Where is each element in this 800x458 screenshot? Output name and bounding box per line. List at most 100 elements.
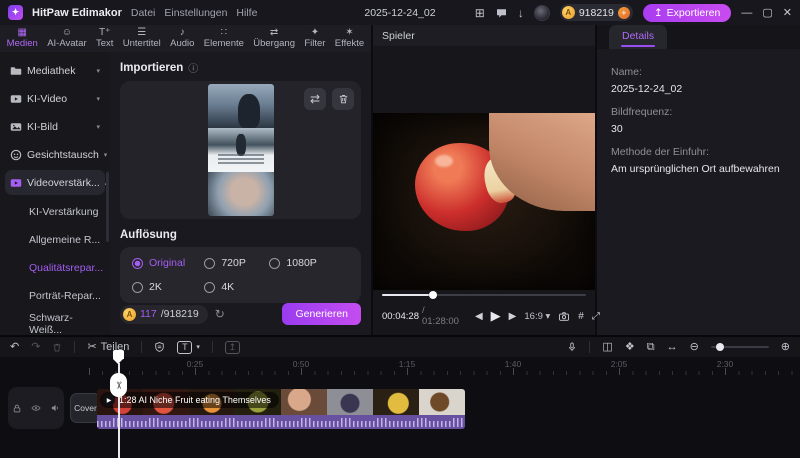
clip-frame (419, 389, 465, 415)
add-credits-icon[interactable]: + (617, 6, 630, 19)
sidebar-subitem-portraet-repar[interactable]: Porträt-Repar... (5, 282, 105, 310)
sidebar-subitem-qualitaetsrepar[interactable]: Qualitätsrepar... (5, 254, 105, 282)
tab-text[interactable]: T⁺ Text (96, 27, 113, 49)
user-avatar[interactable] (533, 4, 550, 21)
feedback-bubble-icon[interactable] (495, 7, 508, 19)
upload-to-track-button[interactable]: ↥ (224, 340, 240, 354)
aspect-ratio-dropdown[interactable]: 16:9 ▾ (524, 311, 550, 322)
close-button[interactable]: ✕ (783, 6, 792, 19)
credits-badge[interactable]: A 918219 + (559, 4, 633, 21)
fit-timeline-button[interactable]: ↔ (667, 341, 678, 353)
hide-track-icon[interactable] (30, 403, 42, 413)
sidebar-subitem-allgemeine-r[interactable]: Allgemeine R... (5, 226, 105, 254)
playback-progress-bar[interactable] (382, 291, 586, 299)
clip-frame (373, 389, 419, 415)
progress-knob[interactable] (428, 291, 437, 299)
snapshot-camera-icon[interactable] (558, 311, 570, 322)
zoom-slider-knob[interactable] (715, 343, 724, 351)
radio-720p[interactable]: 720P (204, 257, 269, 269)
playhead-split-handle[interactable]: ✂ (110, 373, 127, 397)
record-voiceover-button[interactable] (567, 341, 577, 353)
maximize-button[interactable]: ▢ (762, 6, 772, 19)
radio-original[interactable]: Original (132, 257, 204, 269)
tab-audio[interactable]: ♪ Audio (170, 27, 194, 49)
delete-media-button[interactable] (332, 88, 354, 110)
tab-effekte[interactable]: ✶ Effekte (335, 27, 364, 49)
menu-hilfe[interactable]: Hilfe (236, 7, 257, 19)
radio-1080p[interactable]: 1080P (269, 257, 349, 269)
previous-frame-button[interactable]: ◀ (475, 311, 483, 322)
sidebar-subitem-schwarz-weiss[interactable]: Schwarz-Weiß... (5, 310, 105, 335)
grid-overlay-icon[interactable]: # (578, 311, 584, 322)
play-button[interactable]: ▶ (491, 308, 501, 324)
sidebar: Mediathek ▾ KI-Video ▾ KI-Bild ▾ Gesichtsta… (0, 52, 110, 335)
download-icon[interactable]: ↓ (518, 7, 524, 19)
text-tool-button[interactable]: T ▾ (177, 340, 200, 354)
layout-icon[interactable]: ⊞ (475, 7, 485, 19)
radio-icon (204, 281, 216, 293)
import-dropzone[interactable]: ⇄ (120, 81, 361, 219)
sidebar-scrollbar[interactable] (106, 172, 109, 242)
coin-icon: A (123, 307, 136, 321)
badge-icon (155, 342, 165, 352)
fullscreen-icon[interactable]: ⤢ (592, 311, 600, 322)
player-panel: Spieler 00:04:28 / 01:28:00 ◀ ▶ ▶ 16:9 ▾ (373, 25, 600, 335)
subtitle-style-button[interactable] (154, 341, 165, 353)
undo-button[interactable]: ↶ (10, 341, 19, 353)
zoom-in-button[interactable]: ⊕ (781, 341, 790, 353)
info-icon[interactable]: ⓘ (188, 60, 198, 75)
next-frame-button[interactable]: ▶ (509, 311, 517, 322)
trash-icon (339, 95, 347, 104)
mute-track-icon[interactable] (50, 403, 60, 413)
microphone-icon (569, 342, 576, 352)
sidebar-item-mediathek[interactable]: Mediathek ▾ (5, 58, 105, 83)
sidebar-item-ki-bild[interactable]: KI-Bild ▾ (5, 114, 105, 139)
radio-4k[interactable]: 4K (204, 281, 269, 293)
timeline-zoom-slider[interactable] (710, 343, 769, 351)
playhead-marker[interactable] (113, 350, 124, 364)
imported-video-thumbnail[interactable] (207, 84, 274, 216)
resolution-options: Original 720P 1080P 2K 4K (120, 247, 361, 303)
delete-button[interactable] (52, 342, 62, 353)
sidebar-subitem-ki-verstaerkung[interactable]: KI-Verstärkung (5, 198, 105, 226)
video-preview[interactable] (373, 113, 595, 290)
video-enhance-icon (10, 177, 22, 189)
menu-einstellungen[interactable]: Einstellungen (164, 7, 227, 19)
radio-2k[interactable]: 2K (132, 281, 204, 293)
credits-total: /918219 (160, 308, 199, 320)
field-import-method-value: Am ursprünglichen Ort aufbewahren (611, 163, 780, 175)
radio-icon (204, 257, 216, 269)
magnet-snap-button[interactable]: ❖ (625, 341, 635, 353)
clip-title-badge: ▶ 1:28 AI Niche Fruit eating Themselves (100, 392, 279, 408)
tab-details[interactable]: Details (609, 25, 668, 49)
minimize-button[interactable]: — (741, 7, 752, 19)
lock-track-icon[interactable] (12, 403, 22, 414)
sidebar-item-ki-video[interactable]: KI-Video ▾ (5, 86, 105, 111)
timeline: ↶ ↷ ✂ Teilen T ▾ ↥ ◫ ❖ ⧉ ↔ ⊖ ⊕ 0:25 0:50… (0, 335, 800, 458)
tab-filter[interactable]: ✦ Filter (304, 27, 325, 49)
split-view-button[interactable]: ◫ (602, 341, 612, 353)
tab-uebergang[interactable]: ⇄ Übergang (253, 27, 295, 49)
export-button[interactable]: ↥ Exportieren (642, 3, 732, 22)
sidebar-item-videoverstaerkung[interactable]: Videoverstärk...▴ (5, 170, 108, 195)
credits-count: 918219 (578, 6, 614, 19)
text-tool-icon: T (177, 340, 193, 354)
menu-datei[interactable]: Datei (131, 7, 156, 19)
scissors-icon: ✂ (112, 380, 124, 390)
tab-elemente[interactable]: ∷ Elemente (204, 27, 244, 49)
generate-button[interactable]: Generieren (282, 303, 361, 325)
video-clip[interactable]: ▶ 1:28 AI Niche Fruit eating Themselves (97, 389, 465, 429)
zoom-out-button[interactable]: ⊖ (690, 341, 699, 353)
tab-ai-avatar[interactable]: ☺ AI-Avatar (47, 27, 86, 49)
tab-medien[interactable]: ▦ Medien (7, 27, 38, 49)
redo-button[interactable]: ↷ (31, 341, 40, 353)
sidebar-item-gesichtstausch[interactable]: Gesichtstausch ▾ (5, 142, 108, 167)
clip-audio-waveform (97, 415, 465, 429)
chevron-down-icon: ▾ (103, 151, 108, 159)
link-clips-button[interactable]: ⧉ (647, 341, 655, 353)
refresh-icon[interactable]: ↻ (215, 307, 225, 321)
upload-box-icon: ↥ (224, 340, 240, 354)
tab-untertitel[interactable]: ☰ Untertitel (123, 27, 161, 49)
replace-media-button[interactable]: ⇄ (304, 88, 326, 110)
folder-icon (10, 65, 22, 77)
